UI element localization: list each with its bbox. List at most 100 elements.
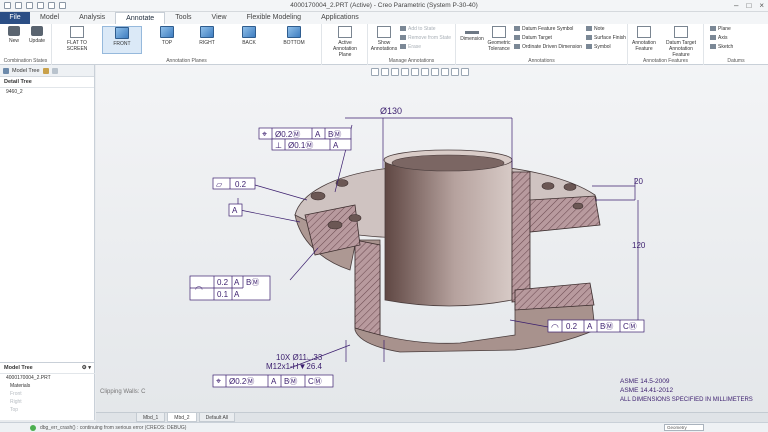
favorites-tab-icon[interactable]: [51, 67, 58, 74]
tab-applications[interactable]: Applications: [311, 12, 369, 24]
show-annotations-button[interactable]: Show Annotations: [370, 26, 398, 52]
standard-note-3: ALL DIMENSIONS SPECIFIED IN MILLIMETERS: [620, 397, 753, 403]
inner-bore: [384, 154, 513, 307]
cube-back-icon: [242, 26, 256, 38]
detail-tree-header: Detail Tree: [0, 77, 94, 88]
datum-feature-symbol-item[interactable]: Datum Feature Symbol: [514, 26, 573, 32]
erase-item[interactable]: Erase: [400, 44, 421, 50]
ordinate-driven-dimension-item[interactable]: Ordinate Driven Dimension: [514, 44, 582, 50]
graphics-window[interactable]: ⌖ Ø0.2Ⓜ A BⓂ ⊥ Ø0.1Ⓜ A Ø130 ▱ 0.2 A ◠ 0.…: [96, 65, 768, 412]
standard-note-1: ASME 14.5-2009: [620, 378, 670, 385]
profile-ref-2: A: [234, 290, 240, 299]
status-bar: dbg_err_crash() : continuing from seriou…: [0, 422, 768, 432]
refit-icon[interactable]: [371, 68, 379, 76]
tab-mbd-1[interactable]: Mbd_1: [136, 413, 166, 422]
sketch-icon: [710, 44, 716, 49]
fcf-pos-ref-a: A: [315, 130, 321, 139]
profile-ref-b: BⓂ: [246, 278, 259, 287]
tree-settings-icon[interactable]: ⚙ ▾: [82, 365, 91, 371]
fcf-perpendicularity: ⊥ Ø0.1Ⓜ A: [271, 138, 352, 151]
clipping-label: Clipping Walls: C: [100, 389, 146, 395]
tab-tools[interactable]: Tools: [165, 12, 201, 24]
group-label: Annotation Planes: [166, 58, 207, 64]
fcf-position-top: ⌖ Ø0.2Ⓜ A BⓂ: [258, 127, 352, 140]
add-to-state-item[interactable]: Add to State: [400, 26, 436, 32]
model-tree-tab-icon[interactable]: [3, 67, 9, 74]
svg-text:⌖: ⌖: [262, 129, 267, 139]
sketch-item[interactable]: Sketch: [710, 44, 733, 50]
tab-analysis[interactable]: Analysis: [69, 12, 115, 24]
tab-annotate[interactable]: Annotate: [115, 12, 166, 24]
profile-ref-a: A: [234, 278, 240, 287]
symbol-item[interactable]: Symbol: [586, 44, 611, 50]
annotation-display-icon[interactable]: [451, 68, 459, 76]
selection-filter[interactable]: Geometry: [664, 424, 704, 431]
saved-orientations-icon[interactable]: [421, 68, 429, 76]
datum-display-icon[interactable]: [441, 68, 449, 76]
annotation-feature-button[interactable]: Annotation Feature: [630, 26, 658, 52]
datum-target-icon: [514, 35, 520, 40]
tree-item-front[interactable]: Front: [0, 390, 95, 398]
display-style-icon[interactable]: [411, 68, 419, 76]
section-left-wall: [354, 239, 381, 336]
note-item[interactable]: Note: [586, 26, 605, 32]
maximize-icon[interactable]: □: [746, 1, 751, 10]
axis-item[interactable]: Axis: [710, 35, 727, 41]
top-plane-button[interactable]: TOP: [152, 26, 182, 46]
svg-text:⊥: ⊥: [275, 141, 282, 150]
spin-center-icon[interactable]: [461, 68, 469, 76]
tab-model[interactable]: Model: [30, 12, 69, 24]
tab-mbd-2[interactable]: Mbd_2: [167, 413, 197, 422]
view-manager-icon[interactable]: [431, 68, 439, 76]
zoom-out-icon[interactable]: [391, 68, 399, 76]
group-datums: Plane Axis Sketch Datums: [704, 24, 768, 65]
tree-item-materials[interactable]: Materials: [0, 382, 95, 390]
svg-text:▱: ▱: [216, 180, 223, 189]
tree-item-part[interactable]: 4000170004_2.PRT: [0, 374, 95, 382]
datum-target-annotation-feature-button[interactable]: Datum Target Annotation Feature: [660, 26, 702, 58]
update-combination-button[interactable]: Update: [26, 26, 48, 44]
geometric-tolerance-button[interactable]: Geometric Tolerance: [486, 26, 512, 52]
tab-view[interactable]: View: [202, 12, 237, 24]
folder-browser-tab-icon[interactable]: [42, 67, 49, 74]
remove-icon: [400, 35, 406, 40]
add-icon: [400, 26, 406, 31]
group-label: Combination States: [3, 58, 48, 64]
plane-item[interactable]: Plane: [710, 26, 731, 32]
flatness-value: 0.2: [235, 180, 247, 189]
tab-default-all[interactable]: Default All: [198, 413, 236, 422]
close-icon[interactable]: ×: [759, 1, 764, 10]
surface-finish-item[interactable]: Surface Finish: [586, 35, 626, 41]
back-plane-button[interactable]: BACK: [234, 26, 264, 46]
bore-opening: [391, 154, 505, 172]
remove-from-state-item[interactable]: Remove from State: [400, 35, 451, 41]
right-plane-button[interactable]: RIGHT: [192, 26, 222, 46]
minimize-icon[interactable]: –: [734, 1, 738, 10]
model-tree-tab[interactable]: Model Tree: [12, 68, 40, 74]
fcf-pos-tol: Ø0.2Ⓜ: [275, 130, 300, 139]
profile-right-ref-a: A: [587, 322, 593, 331]
tab-flexible-modeling[interactable]: Flexible Modeling: [237, 12, 311, 24]
flat-to-screen-button[interactable]: FLAT TO SCREEN: [62, 26, 92, 52]
dim-120: 120: [632, 241, 646, 250]
combination-state-tabs: Mbd_1 Mbd_2 Default All: [96, 412, 768, 422]
group-label: Annotations: [528, 58, 555, 64]
zoom-in-icon[interactable]: [381, 68, 389, 76]
bottom-plane-button[interactable]: BOTTOM: [278, 26, 310, 46]
datum-a-label: A: [232, 206, 238, 215]
group-active-plane: Active Annotation Plane: [322, 24, 368, 65]
dimension-button[interactable]: Dimension: [458, 26, 486, 42]
tab-file[interactable]: File: [0, 12, 30, 24]
datum-target-item[interactable]: Datum Target: [514, 35, 552, 41]
new-combination-button[interactable]: New: [4, 26, 24, 44]
note-icon: [586, 26, 592, 31]
detail-tree-item[interactable]: 9460_2: [0, 88, 94, 96]
front-plane-button[interactable]: FRONT: [102, 26, 142, 54]
tree-item-top[interactable]: Top: [0, 406, 95, 414]
profile-right-ref-c: CⓂ: [623, 322, 637, 331]
active-annotation-plane-button[interactable]: Active Annotation Plane: [326, 26, 364, 58]
repaint-icon[interactable]: [401, 68, 409, 76]
cube-right-icon: [200, 26, 214, 38]
tree-item-right[interactable]: Right: [0, 398, 95, 406]
status-message: dbg_err_crash() : continuing from seriou…: [40, 425, 187, 431]
